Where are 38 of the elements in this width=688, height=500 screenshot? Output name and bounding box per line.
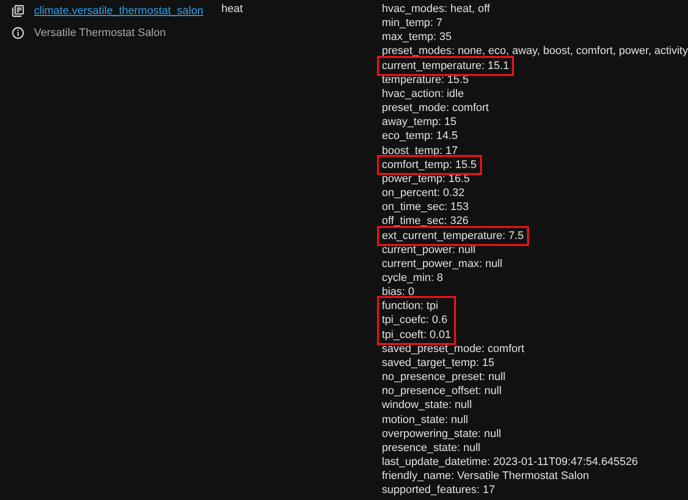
attribute-line: current_temperature: 15.1 bbox=[382, 60, 510, 72]
attribute-line: on_percent: 0.32 bbox=[382, 187, 464, 200]
attribute-line: max_temp: 35 bbox=[382, 31, 452, 44]
attribute-line: presence_state: null bbox=[382, 442, 480, 454]
attribute-line: last_update_datetime: 2023-01-11T09:47:54.645526 bbox=[382, 456, 638, 468]
attribute-line: friendly_name: Versatile Thermostat Salon bbox=[382, 470, 589, 482]
attribute-line: motion_state: null bbox=[382, 414, 468, 426]
attribute-line: on_time_sec: 153 bbox=[382, 201, 469, 214]
attribute-line: no_presence_offset: null bbox=[382, 385, 502, 398]
entity-link[interactable]: climate.versatile_thermostat_salon bbox=[34, 5, 204, 17]
entity-name: Versatile Thermostat Salon bbox=[34, 27, 166, 39]
attribute-line: preset_modes: none, eco, away, boost, comfort, power, activity bbox=[382, 45, 688, 58]
attribute-line: current_power: null bbox=[382, 244, 476, 256]
clipboard-icon bbox=[11, 4, 25, 18]
attribute-line: tpi_coefc: 0.6 bbox=[382, 314, 448, 326]
attribute-line: ext_current_temperature: 7.5 bbox=[382, 230, 524, 242]
attribute-line: supported_features: 17 bbox=[382, 484, 496, 496]
attribute-line: bias: 0 bbox=[382, 286, 414, 298]
attribute-line: overpowering_state: null bbox=[382, 428, 502, 440]
attribute-line: window_state: null bbox=[382, 399, 472, 412]
attribute-line: no_presence_preset: null bbox=[382, 371, 506, 384]
attribute-line: preset_mode: comfort bbox=[382, 102, 489, 114]
attribute-line: current_power_max: null bbox=[382, 258, 502, 270]
state-value: heat bbox=[221, 3, 243, 15]
attribute-line: function: tpi bbox=[382, 300, 438, 312]
attribute-line: hvac_action: idle bbox=[382, 88, 464, 100]
attribute-line: tpi_coeft: 0.01 bbox=[382, 328, 451, 341]
attribute-line: boost_temp: 17 bbox=[382, 144, 458, 157]
attribute-line: hvac_modes: heat, off bbox=[382, 3, 490, 15]
info-icon bbox=[11, 26, 25, 40]
attribute-line: saved_preset_mode: comfort bbox=[382, 342, 524, 355]
attribute-line: off_time_sec: 326 bbox=[382, 215, 469, 228]
attribute-line: eco_temp: 14.5 bbox=[382, 130, 458, 142]
attribute-line: comfort_temp: 15.5 bbox=[382, 158, 477, 171]
attribute-line: min_temp: 7 bbox=[382, 17, 442, 30]
attribute-line: cycle_min: 8 bbox=[382, 272, 444, 284]
attribute-line: away_temp: 15 bbox=[382, 116, 456, 128]
attribute-line: saved_target_temp: 15 bbox=[382, 356, 494, 369]
